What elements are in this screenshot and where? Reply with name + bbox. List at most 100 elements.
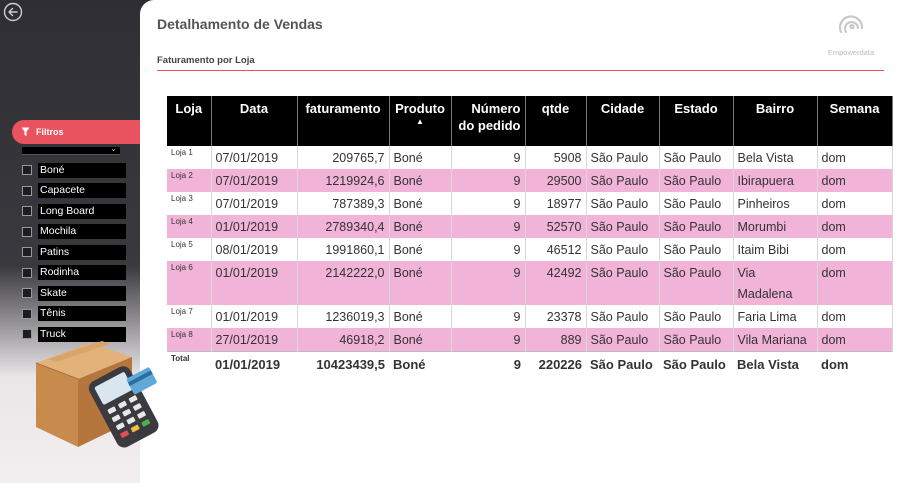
filter-item-bone[interactable]: Boné <box>22 160 126 181</box>
back-arrow-icon[interactable] <box>3 2 23 22</box>
checkbox[interactable] <box>22 206 32 217</box>
column-header-estado[interactable]: Estado <box>659 96 734 146</box>
cell-cidade: São Paulo <box>586 192 660 215</box>
total-cell-loja: Total <box>167 351 211 375</box>
cell-data: 07/01/2019 <box>211 192 298 215</box>
checkbox[interactable] <box>22 288 32 299</box>
cell-faturamento: 209765,7 <box>297 146 390 169</box>
cell-numero-pedido: 9 <box>451 328 526 352</box>
sales-table-visual[interactable]: Loja Data faturamento Produto ▲ Número d… <box>167 96 900 378</box>
table-row[interactable]: Loja 6 01/01/2019 2142222,0 Boné 9 42492 São P… <box>167 261 893 305</box>
cell-faturamento: 2789340,4 <box>297 215 390 238</box>
column-header-bairro[interactable]: Bairro <box>733 96 818 146</box>
filter-item-rodinha[interactable]: Rodinha <box>22 263 126 284</box>
filter-item-tenis[interactable]: Tênis <box>22 304 126 325</box>
total-cell-faturamento: 10423439,5 <box>297 351 389 375</box>
total-cell-bairro: Bela Vista <box>733 351 817 375</box>
column-header-data[interactable]: Data <box>211 96 298 146</box>
cell-qtde: 23378 <box>525 305 587 328</box>
cell-produto: Boné <box>389 169 452 192</box>
cell-cidade: São Paulo <box>586 305 660 328</box>
table-row[interactable]: Loja 2 07/01/2019 1219924,6 Boné 9 29500 São P… <box>167 169 893 192</box>
total-cell-qtde: 220226 <box>525 351 586 375</box>
checkbox[interactable] <box>22 267 32 278</box>
cell-numero-pedido: 9 <box>451 305 526 328</box>
table-row[interactable]: Loja 7 01/01/2019 1236019,3 Boné 9 23378 São P… <box>167 305 893 328</box>
cell-cidade: São Paulo <box>586 238 660 261</box>
logo-text: Empowerdata <box>827 48 875 57</box>
cell-faturamento: 1991860,1 <box>297 238 390 261</box>
checkbox[interactable] <box>22 226 32 237</box>
filter-item-capacete[interactable]: Capacete <box>22 181 126 202</box>
column-header-loja[interactable]: Loja <box>167 96 212 146</box>
cell-qtde: 18977 <box>525 192 587 215</box>
cell-bairro: Pinheiros <box>733 192 818 215</box>
cell-numero-pedido: 9 <box>451 215 526 238</box>
table-row[interactable]: Loja 4 01/01/2019 2789340,4 Boné 9 52570 São P… <box>167 215 893 238</box>
cell-estado: São Paulo <box>659 261 734 305</box>
cell-semana: dom <box>817 238 893 261</box>
table-row[interactable]: Loja 8 27/01/2019 46918,2 Boné 9 889 São Paulo… <box>167 328 893 352</box>
cell-produto: Boné <box>389 305 452 328</box>
total-cell-estado: São Paulo <box>659 351 733 375</box>
filter-item-label: Long Board <box>38 203 126 219</box>
cell-numero-pedido: 9 <box>451 192 526 215</box>
column-header-qtde[interactable]: qtde <box>525 96 587 146</box>
cell-faturamento: 787389,3 <box>297 192 390 215</box>
section-title: Faturamento por Loja <box>157 55 255 66</box>
filter-item-patins[interactable]: Patins <box>22 242 126 263</box>
cell-bairro: Morumbi <box>733 215 818 238</box>
cell-semana: dom <box>817 169 893 192</box>
page-title: Detalhamento de Vendas <box>157 16 323 32</box>
cell-faturamento: 1219924,6 <box>297 169 390 192</box>
checkbox[interactable] <box>22 165 32 176</box>
cell-qtde: 52570 <box>525 215 587 238</box>
cell-numero-pedido: 9 <box>451 261 526 305</box>
cell-bairro: Bela Vista <box>733 146 818 169</box>
total-cell-data: 01/01/2019 <box>211 351 297 375</box>
cell-qtde: 5908 <box>525 146 587 169</box>
column-header-faturamento[interactable]: faturamento <box>297 96 390 146</box>
checkbox[interactable] <box>22 247 32 258</box>
cell-produto: Boné <box>389 215 452 238</box>
cell-qtde: 46512 <box>525 238 587 261</box>
cell-semana: dom <box>817 305 893 328</box>
cell-loja: Loja 5 <box>167 238 212 261</box>
table-body: Loja 1 07/01/2019 209765,7 Boné 9 5908 São Pau… <box>167 146 893 375</box>
cell-numero-pedido: 9 <box>451 146 526 169</box>
column-header-produto[interactable]: Produto ▲ <box>389 96 452 146</box>
empowerdata-logo-icon <box>838 15 864 34</box>
table-row[interactable]: Loja 3 07/01/2019 787389,3 Boné 9 18977 São Pa… <box>167 192 893 215</box>
cell-bairro: Faria Lima <box>733 305 818 328</box>
cell-data: 07/01/2019 <box>211 146 298 169</box>
table-header-row: Loja Data faturamento Produto ▲ Número d… <box>167 96 893 146</box>
report-canvas: Detalhamento de Vendas Empowerdata Fatur… <box>140 0 900 483</box>
filters-header[interactable]: Filtros <box>12 120 140 144</box>
cell-data: 01/01/2019 <box>211 215 298 238</box>
section-divider <box>157 70 884 71</box>
cell-semana: dom <box>817 215 893 238</box>
filter-item-mochila[interactable]: Mochila <box>22 222 126 243</box>
column-header-cidade[interactable]: Cidade <box>586 96 660 146</box>
cell-qtde: 42492 <box>525 261 587 305</box>
filter-item-skate[interactable]: Skate <box>22 283 126 304</box>
cell-semana: dom <box>817 328 893 352</box>
column-header-label: Produto <box>395 101 445 116</box>
filter-item-label: Patins <box>38 244 126 260</box>
chevron-down-icon: ⌄ <box>110 144 117 153</box>
cell-produto: Boné <box>389 328 452 352</box>
checkbox[interactable] <box>22 308 32 319</box>
filter-item-long-board[interactable]: Long Board <box>22 201 126 222</box>
sales-table: Loja Data faturamento Produto ▲ Número d… <box>167 96 893 375</box>
checkbox[interactable] <box>22 185 32 196</box>
cell-semana: dom <box>817 192 893 215</box>
filter-select[interactable]: ⌄ <box>22 144 120 155</box>
table-row[interactable]: Loja 5 08/01/2019 1991860,1 Boné 9 46512 São P… <box>167 238 893 261</box>
column-header-numero-pedido[interactable]: Número do pedido <box>451 96 526 146</box>
cell-faturamento: 46918,2 <box>297 328 390 352</box>
cell-semana: dom <box>817 146 893 169</box>
table-row[interactable]: Loja 1 07/01/2019 209765,7 Boné 9 5908 São Pau… <box>167 146 893 169</box>
column-header-semana[interactable]: Semana <box>817 96 893 146</box>
cell-data: 27/01/2019 <box>211 328 298 352</box>
cell-data: 01/01/2019 <box>211 305 298 328</box>
